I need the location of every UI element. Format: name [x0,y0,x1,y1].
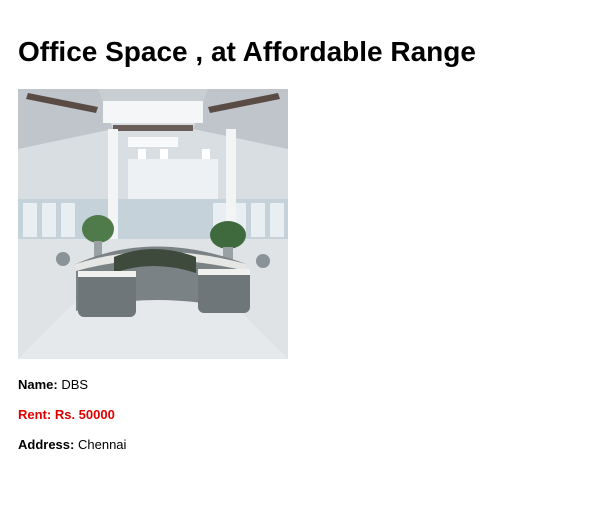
address-label: Address: [18,437,75,452]
detail-name: Name: DBS [18,377,88,393]
detail-address: Address: Chennai [18,437,126,453]
name-label: Name: [18,377,58,392]
name-value: DBS [61,377,89,392]
address-value: Chennai [77,437,127,452]
page-title: Office Space , at Affordable Range [18,36,476,67]
detail-rent: Rent: Rs. 50000 [18,407,115,423]
rent-text: Rent: Rs. 50000 [18,407,115,422]
office-photo [18,89,288,359]
